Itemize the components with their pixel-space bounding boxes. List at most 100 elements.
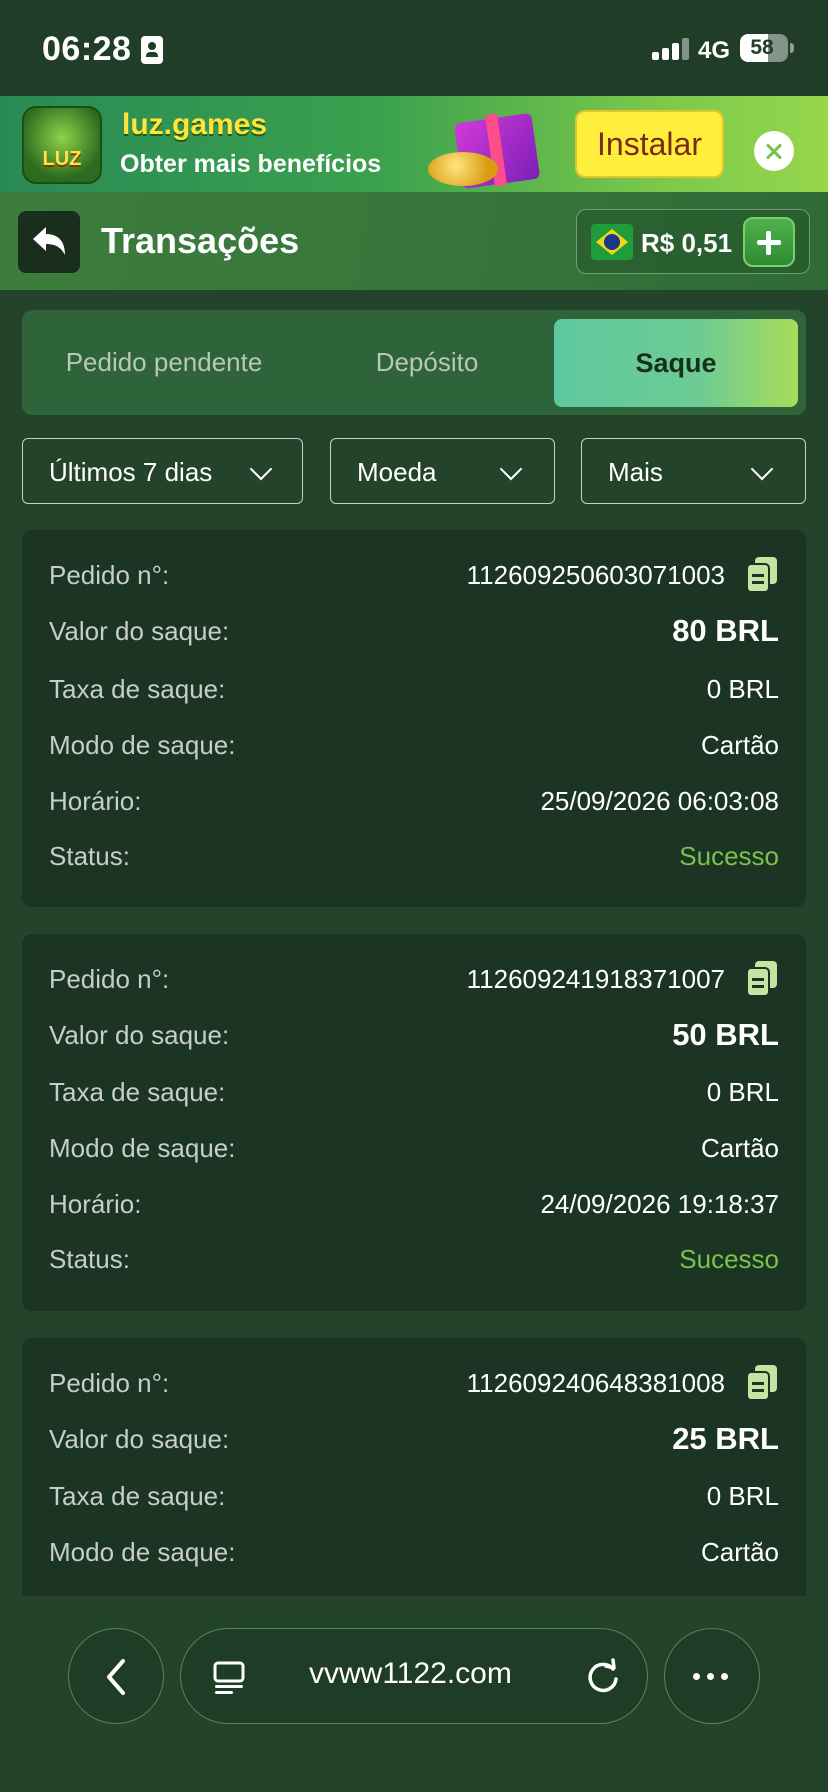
mode-label: Modo de saque: <box>49 1133 236 1163</box>
order-number: 112609250603071003 <box>466 560 725 590</box>
transaction-card: Pedido n°: 112609240648381008 Valor do s… <box>22 1338 806 1596</box>
chevron-down-icon <box>249 457 273 481</box>
copy-icon[interactable] <box>745 556 779 594</box>
order-row: Pedido n°: 112609240648381008 <box>49 1362 779 1402</box>
time-row: Horário: 24/09/2026 19:18:37 <box>49 1183 779 1223</box>
transaction-time: 24/09/2026 19:18:37 <box>540 1189 779 1219</box>
mode-row: Modo de saque: Cartão <box>49 724 779 764</box>
add-funds-button[interactable] <box>743 217 795 267</box>
mode-label: Modo de saque: <box>49 1537 236 1567</box>
more-options-button[interactable] <box>664 1628 760 1724</box>
time-label: Horário: <box>49 786 142 816</box>
status-bar: 06:28 4G 58 <box>0 0 828 96</box>
amount-label: Valor do saque: <box>49 1020 230 1050</box>
fee-label: Taxa de saque: <box>49 674 226 704</box>
currency-filter[interactable]: Moeda <box>330 438 555 504</box>
amount-row: Valor do saque: 80 BRL <box>49 610 779 650</box>
status-label: Status: <box>49 841 130 871</box>
fee-row: Taxa de saque: 0 BRL <box>49 1071 779 1111</box>
withdrawal-mode: Cartão <box>700 1133 779 1163</box>
fee-row: Taxa de saque: 0 BRL <box>49 1475 779 1515</box>
more-filter-label: Mais <box>608 457 663 487</box>
network-type: 4G <box>698 37 731 64</box>
battery-tip <box>790 43 794 53</box>
contact-card-icon <box>141 36 163 64</box>
order-row: Pedido n°: 112609241918371007 <box>49 958 779 998</box>
withdrawal-mode: Cartão <box>700 1537 779 1567</box>
status-label: Status: <box>49 1244 130 1274</box>
transaction-card: Pedido n°: 112609250603071003 Valor do s… <box>22 530 806 907</box>
order-row: Pedido n°: 112609250603071003 <box>49 554 779 594</box>
mode-row: Modo de saque: Cartão <box>49 1531 779 1571</box>
install-button[interactable]: Instalar <box>575 110 724 178</box>
withdrawal-fee: 0 BRL <box>706 1481 779 1511</box>
time-row: Horário: 25/09/2026 06:03:08 <box>49 780 779 820</box>
currency-filter-label: Moeda <box>357 457 437 487</box>
page-title: Transações <box>101 220 300 261</box>
back-arrow-icon <box>33 227 65 255</box>
transaction-tabs: Pedido pendente Depósito Saque <box>22 310 806 415</box>
chevron-left-icon <box>107 1659 125 1695</box>
banner-subtitle: Obter mais benefícios <box>120 150 382 178</box>
fee-row: Taxa de saque: 0 BRL <box>49 668 779 708</box>
reload-icon[interactable] <box>583 1657 623 1697</box>
address-bar[interactable]: vvww1122.com <box>180 1628 648 1724</box>
status-row: Status: Sucesso <box>49 835 779 875</box>
status-value: Sucesso <box>679 841 779 871</box>
battery-icon: 58 <box>740 34 788 62</box>
url-text: vvww1122.com <box>309 1657 512 1690</box>
signal-icon <box>652 38 692 60</box>
withdrawal-amount: 50 BRL <box>672 1017 779 1052</box>
transaction-card: Pedido n°: 112609241918371007 Valor do s… <box>22 934 806 1311</box>
browser-toolbar: vvww1122.com <box>0 1596 828 1792</box>
tabs-layout-icon <box>213 1661 245 1694</box>
back-button[interactable] <box>18 211 80 273</box>
amount-label: Valor do saque: <box>49 1424 230 1454</box>
tab-pedido-pendente[interactable]: Pedido pendente <box>34 318 294 407</box>
browser-back-button[interactable] <box>68 1628 164 1724</box>
card-clip-area: Pedido n°: 112609240648381008 Valor do s… <box>0 1330 828 1596</box>
date-range-label: Últimos 7 dias <box>49 457 213 487</box>
chevron-down-icon <box>499 457 523 481</box>
app-logo-text: LUZ <box>42 148 82 170</box>
mode-label: Modo de saque: <box>49 730 236 760</box>
withdrawal-mode: Cartão <box>700 730 779 760</box>
fee-label: Taxa de saque: <box>49 1481 226 1511</box>
withdrawal-fee: 0 BRL <box>706 674 779 704</box>
chevron-down-icon <box>750 457 774 481</box>
battery-percent: 58 <box>750 36 774 59</box>
more-filter[interactable]: Mais <box>581 438 806 504</box>
copy-icon[interactable] <box>745 960 779 998</box>
order-label: Pedido n°: <box>49 560 170 590</box>
page-header: Transações R$ 0,51 <box>0 192 828 290</box>
withdrawal-amount: 80 BRL <box>672 613 779 648</box>
amount-row: Valor do saque: 50 BRL <box>49 1014 779 1054</box>
transaction-time: 25/09/2026 06:03:08 <box>540 786 779 816</box>
time-label: Horário: <box>49 1189 142 1219</box>
order-number: 112609241918371007 <box>466 964 725 994</box>
tab-saque[interactable]: Saque <box>554 319 798 407</box>
amount-label: Valor do saque: <box>49 616 230 646</box>
order-label: Pedido n°: <box>49 1368 170 1398</box>
app-install-banner[interactable]: LUZ luz.games Obter mais benefícios Inst… <box>0 96 828 192</box>
withdrawal-amount: 25 BRL <box>672 1421 779 1456</box>
mode-row: Modo de saque: Cartão <box>49 1127 779 1167</box>
banner-title: luz.games <box>122 108 268 141</box>
fee-label: Taxa de saque: <box>49 1077 226 1107</box>
status-value: Sucesso <box>679 1244 779 1274</box>
tab-deposito[interactable]: Depósito <box>312 318 542 407</box>
date-range-filter[interactable]: Últimos 7 dias <box>22 438 303 504</box>
balance-amount: R$ 0,51 <box>641 228 733 258</box>
brazil-flag-icon <box>591 224 633 260</box>
copy-icon[interactable] <box>745 1364 779 1402</box>
app-logo: LUZ <box>22 106 102 184</box>
amount-row: Valor do saque: 25 BRL <box>49 1418 779 1458</box>
gift-box-image <box>428 104 564 190</box>
withdrawal-fee: 0 BRL <box>706 1077 779 1107</box>
balance-box: R$ 0,51 <box>576 209 810 274</box>
status-row: Status: Sucesso <box>49 1238 779 1278</box>
order-label: Pedido n°: <box>49 964 170 994</box>
status-time: 06:28 <box>42 30 132 68</box>
order-number: 112609240648381008 <box>466 1368 725 1398</box>
close-banner-icon[interactable] <box>754 131 794 171</box>
